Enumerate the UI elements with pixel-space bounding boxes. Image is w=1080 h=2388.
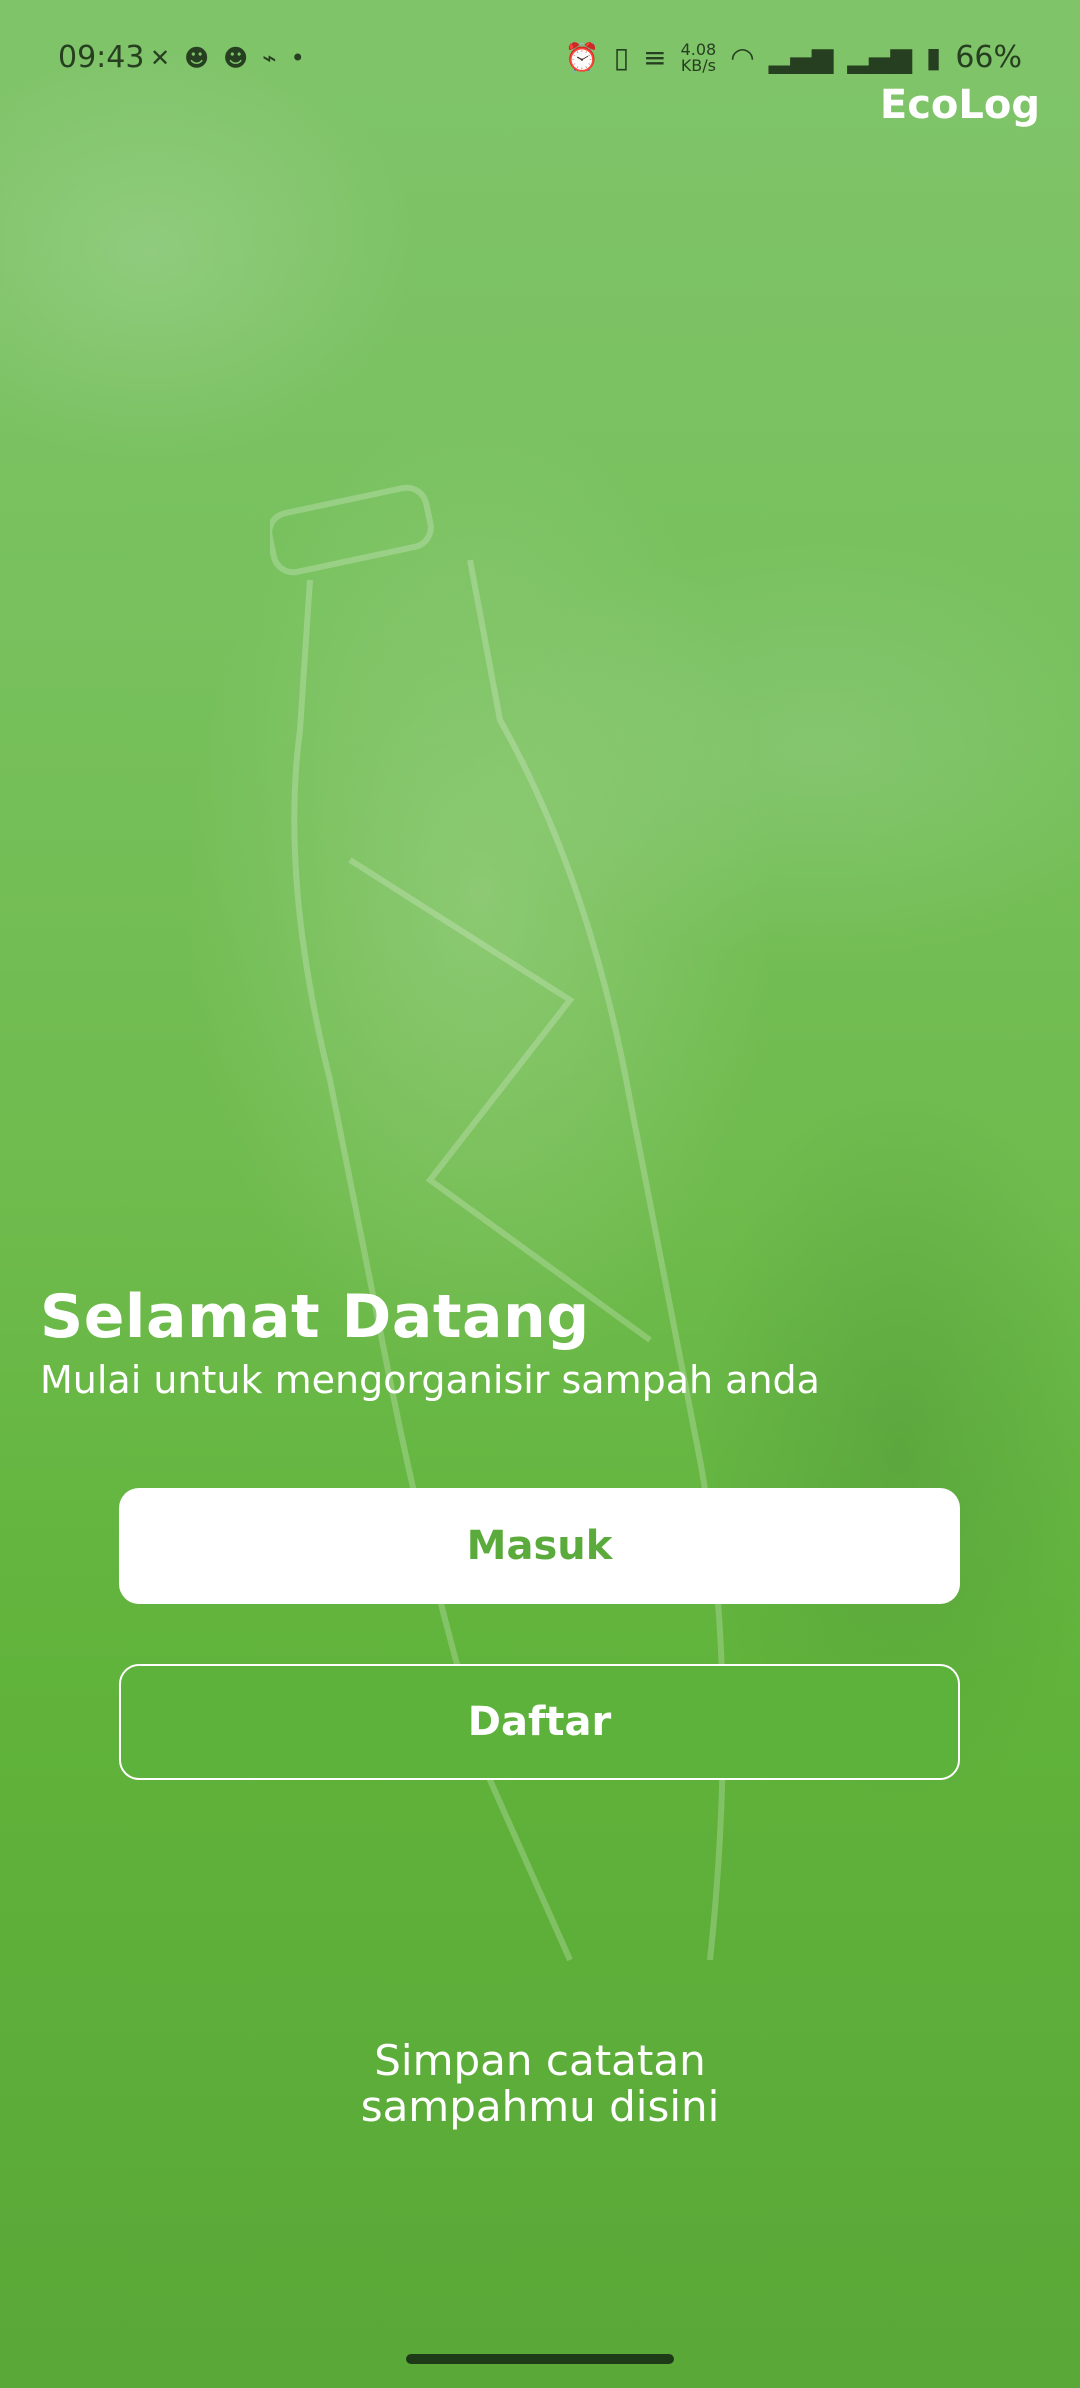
vibrate-icon: ▯ [613, 41, 630, 74]
battery-charging-icon: ▮ [925, 41, 942, 74]
tagline-line-1: Simpan catatan [374, 2036, 706, 2085]
battery-percent: 66% [955, 40, 1022, 75]
tagline: Simpan catatan sampahmu disini [0, 2038, 1080, 2130]
welcome-subtitle: Mulai untuk mengorganisir sampah anda [40, 1358, 820, 1402]
game-icon: ☻ [184, 44, 210, 72]
signal-icon: ▂▄▆ [847, 41, 912, 74]
status-time: 09:43 [58, 40, 145, 75]
network-speed: 4.08 KB/s [680, 39, 717, 75]
login-button[interactable]: Masuk [119, 1488, 960, 1604]
tagline-line-2: sampahmu disini [360, 2082, 720, 2131]
alarm-icon: ⏰ [564, 41, 600, 74]
notification-icon: ✕ [150, 44, 171, 72]
welcome-title: Selamat Datang [40, 1282, 590, 1352]
wifi-icon: ◠ [730, 41, 755, 74]
game-icon: ☻ [223, 44, 249, 72]
home-indicator[interactable] [406, 2354, 674, 2364]
register-button[interactable]: Daftar [119, 1664, 960, 1780]
signal-icon: ▂▄▆ [768, 41, 834, 74]
dot-icon: • [290, 44, 305, 72]
background-image [0, 0, 1080, 2388]
controller-icon: ⌁ [262, 44, 277, 72]
network-logo-icon: ≡ [643, 41, 667, 74]
app-title: EcoLog [879, 82, 1040, 128]
